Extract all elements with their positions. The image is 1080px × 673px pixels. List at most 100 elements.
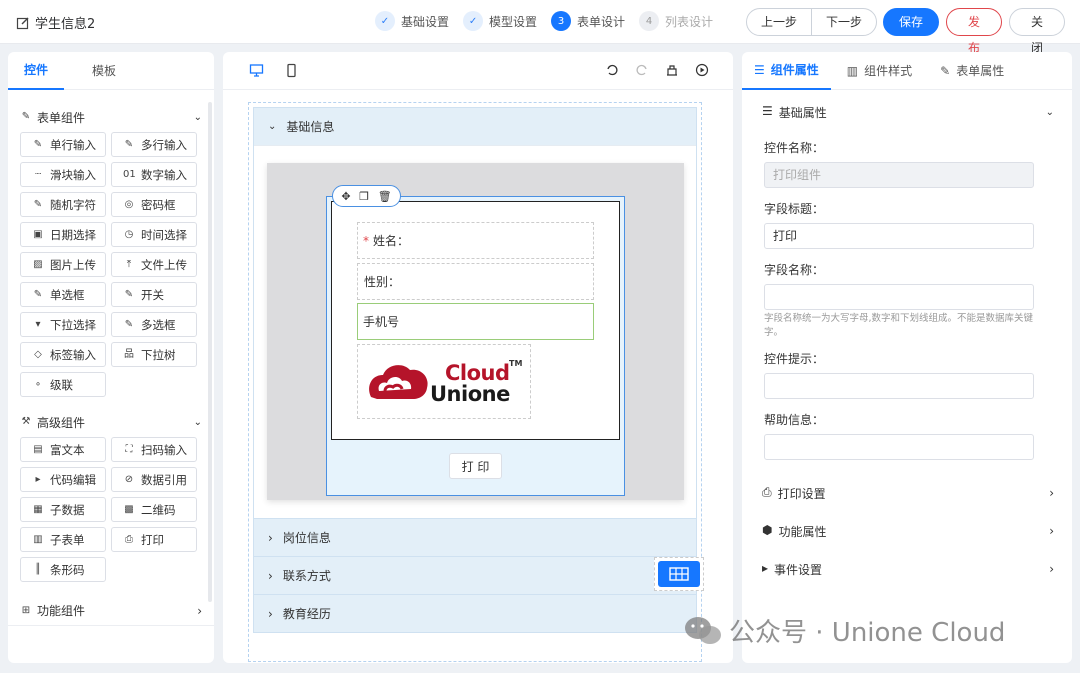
form-components-header[interactable]: ✎ 表单组件 ⌄ — [8, 102, 214, 132]
prev-button[interactable]: 上一步 — [747, 9, 811, 35]
component-eye-off[interactable]: ◎ 密码框 — [111, 192, 197, 217]
print-button[interactable]: 打 印 — [449, 453, 502, 479]
scrollbar[interactable] — [208, 102, 212, 602]
tab-templates[interactable]: 模板 — [76, 53, 132, 89]
property-panel: ☰ 组件属性 ▥ 组件样式 ✎ 表单属性 ☰ 基础属性 ⌄ 控件名称： 打印组件 字段标… — [742, 52, 1072, 663]
event-settings-row[interactable]: ▸ 事件设置 › — [742, 550, 1072, 588]
component-pencil[interactable]: ✎ 单行输入 — [20, 132, 106, 157]
chevron-down-icon: ⌄ — [193, 111, 202, 123]
component-tag[interactable]: ◇ 标签输入 — [20, 342, 106, 367]
copy-icon[interactable]: ❐ — [359, 190, 369, 203]
component-action-bar: ✥ ❐ 🗑 — [332, 185, 401, 207]
select-icon: ▾ — [35, 318, 41, 330]
form-components-grid: ✎ 单行输入 ✎ 多行输入 ┈ 滑块输入 01 数字输入 ✎ 随机字符 ◎ 密码框 ▣ 日期选择 ◷ 时间选择… — [8, 132, 214, 397]
phone-field[interactable]: 手机号 — [357, 303, 594, 340]
logo-image[interactable]: Cloud TM Unione — [357, 344, 531, 419]
move-icon[interactable]: ✥ — [341, 190, 350, 203]
clear-icon[interactable] — [665, 63, 679, 77]
step-basic[interactable]: ✓ 基础设置 — [375, 11, 449, 31]
component-calendar[interactable]: ▣ 日期选择 — [20, 222, 106, 247]
component-clock[interactable]: ◷ 时间选择 — [111, 222, 197, 247]
advanced-components-header[interactable]: ⚒ 高级组件 ⌄ — [8, 407, 214, 437]
tab-controls[interactable]: 控件 — [8, 52, 65, 90]
print-settings-row[interactable]: ⎙ 打印设置 › — [742, 474, 1072, 512]
desktop-icon[interactable] — [249, 63, 264, 78]
section-position[interactable]: › 岗位信息 — [253, 519, 697, 557]
chevron-right-icon: › — [1049, 486, 1054, 500]
preview-icon[interactable] — [695, 63, 709, 77]
section-title: 联系方式 — [282, 569, 331, 583]
component-label: 随机字符 — [50, 197, 96, 212]
component-pencil[interactable]: ✎ 多行输入 — [111, 132, 197, 157]
component-tree[interactable]: 品下拉树 — [111, 342, 197, 367]
component-label: 时间选择 — [141, 227, 187, 242]
component-slider[interactable]: ┈ 滑块输入 — [20, 162, 106, 187]
component-pencil[interactable]: ✎ 开关 — [111, 282, 197, 307]
section-title: 教育经历 — [282, 607, 331, 621]
component-code[interactable]: ▸ 代码编辑 — [20, 467, 106, 492]
component-link[interactable]: ⊘ 数据引用 — [111, 467, 197, 492]
row-label: 事件设置 — [774, 562, 823, 577]
step-form[interactable]: 3 表单设计 — [551, 11, 625, 31]
section-education[interactable]: › 教育经历 — [253, 595, 697, 633]
component-label: 扫码输入 — [141, 442, 187, 457]
tab-form-props[interactable]: ✎ 表单属性 — [928, 53, 1016, 89]
component-label: 级联 — [50, 377, 73, 392]
tab-label: 组件属性 — [770, 62, 819, 77]
edit-icon: ✎ — [940, 63, 951, 78]
component-richtext[interactable]: ▤ 富文本 — [20, 437, 106, 462]
basic-props-header[interactable]: ☰ 基础属性 ⌄ — [742, 93, 1072, 131]
component-subform[interactable]: ▥ 子表单 — [20, 527, 106, 552]
mobile-icon[interactable] — [284, 63, 299, 78]
section-basic: ⌄ 基础信息 * 姓名： 性别： 手机号 Cloud TM Unione 打 印… — [253, 107, 697, 519]
component-number[interactable]: 01 数字输入 — [111, 162, 197, 187]
gender-field[interactable]: 性别： — [357, 263, 594, 300]
section-header[interactable]: ⌄ 基础信息 — [254, 108, 696, 146]
help-input[interactable] — [764, 434, 1034, 460]
edit-icon: ✎ — [21, 111, 31, 122]
function-components-header[interactable]: ⊞ 功能组件 › — [8, 596, 214, 626]
tab-component-style[interactable]: ▥ 组件样式 — [835, 53, 924, 89]
next-button[interactable]: 下一步 — [811, 9, 876, 35]
component-label: 下拉树 — [141, 347, 176, 362]
save-button[interactable]: 保存 — [883, 8, 939, 36]
component-barcode[interactable]: ║ 条形码 — [20, 557, 106, 582]
chevron-down-icon: ⌄ — [193, 416, 202, 428]
component-upload[interactable]: ⤒ 文件上传 — [111, 252, 197, 277]
grid-layout-button[interactable] — [658, 561, 700, 587]
delete-icon[interactable]: 🗑 — [378, 190, 392, 203]
redo-icon[interactable] — [635, 63, 649, 77]
component-pencil[interactable]: ✎ 多选框 — [111, 312, 197, 337]
undo-icon[interactable] — [605, 63, 619, 77]
section-contact[interactable]: › 联系方式 — [253, 557, 697, 595]
component-label: 密码框 — [141, 197, 176, 212]
name-field[interactable]: * 姓名： — [357, 222, 594, 259]
field-title-input[interactable]: 打印 — [764, 223, 1034, 249]
step-label: 模型设置 — [489, 14, 538, 29]
component-pencil[interactable]: ✎ 随机字符 — [20, 192, 106, 217]
print-frame-selected[interactable]: * 姓名： 性别： 手机号 Cloud TM Unione 打 印 — [326, 196, 625, 496]
component-label: 打印 — [141, 532, 164, 547]
component-select[interactable]: ▾ 下拉选择 — [20, 312, 106, 337]
component-table[interactable]: ▦ 子数据 — [20, 497, 106, 522]
step-list[interactable]: 4 列表设计 — [639, 11, 713, 31]
component-pencil[interactable]: ✎ 单选框 — [20, 282, 106, 307]
component-image[interactable]: ▨ 图片上传 — [20, 252, 106, 277]
step-model[interactable]: ✓ 模型设置 — [463, 11, 537, 31]
tab-component-props[interactable]: ☰ 组件属性 — [742, 52, 831, 90]
print-component[interactable]: * 姓名： 性别： 手机号 Cloud TM Unione 打 印 ✥ ❐ 🗑 — [267, 163, 684, 500]
publish-button[interactable]: 发 布 — [946, 8, 1002, 55]
print-paper: * 姓名： 性别： 手机号 Cloud TM Unione — [331, 201, 620, 440]
component-printer[interactable]: ⎙ 打印 — [111, 527, 197, 552]
grid-layout-drop[interactable] — [654, 557, 704, 591]
ctrl-tip-input[interactable] — [764, 373, 1034, 399]
chevron-right-icon: › — [1049, 562, 1054, 576]
component-scan[interactable]: ⛶ 扫码输入 — [111, 437, 197, 462]
component-qrcode[interactable]: ▩ 二维码 — [111, 497, 197, 522]
component-cascade[interactable]: ∘ 级联 — [20, 372, 106, 397]
chart-icon: ▥ — [846, 63, 859, 78]
function-props-row[interactable]: ⬢ 功能属性 › — [742, 512, 1072, 550]
close-button[interactable]: 关 闭 — [1009, 8, 1065, 55]
field-label: 姓名： — [373, 234, 410, 248]
field-name-input[interactable] — [764, 284, 1034, 310]
